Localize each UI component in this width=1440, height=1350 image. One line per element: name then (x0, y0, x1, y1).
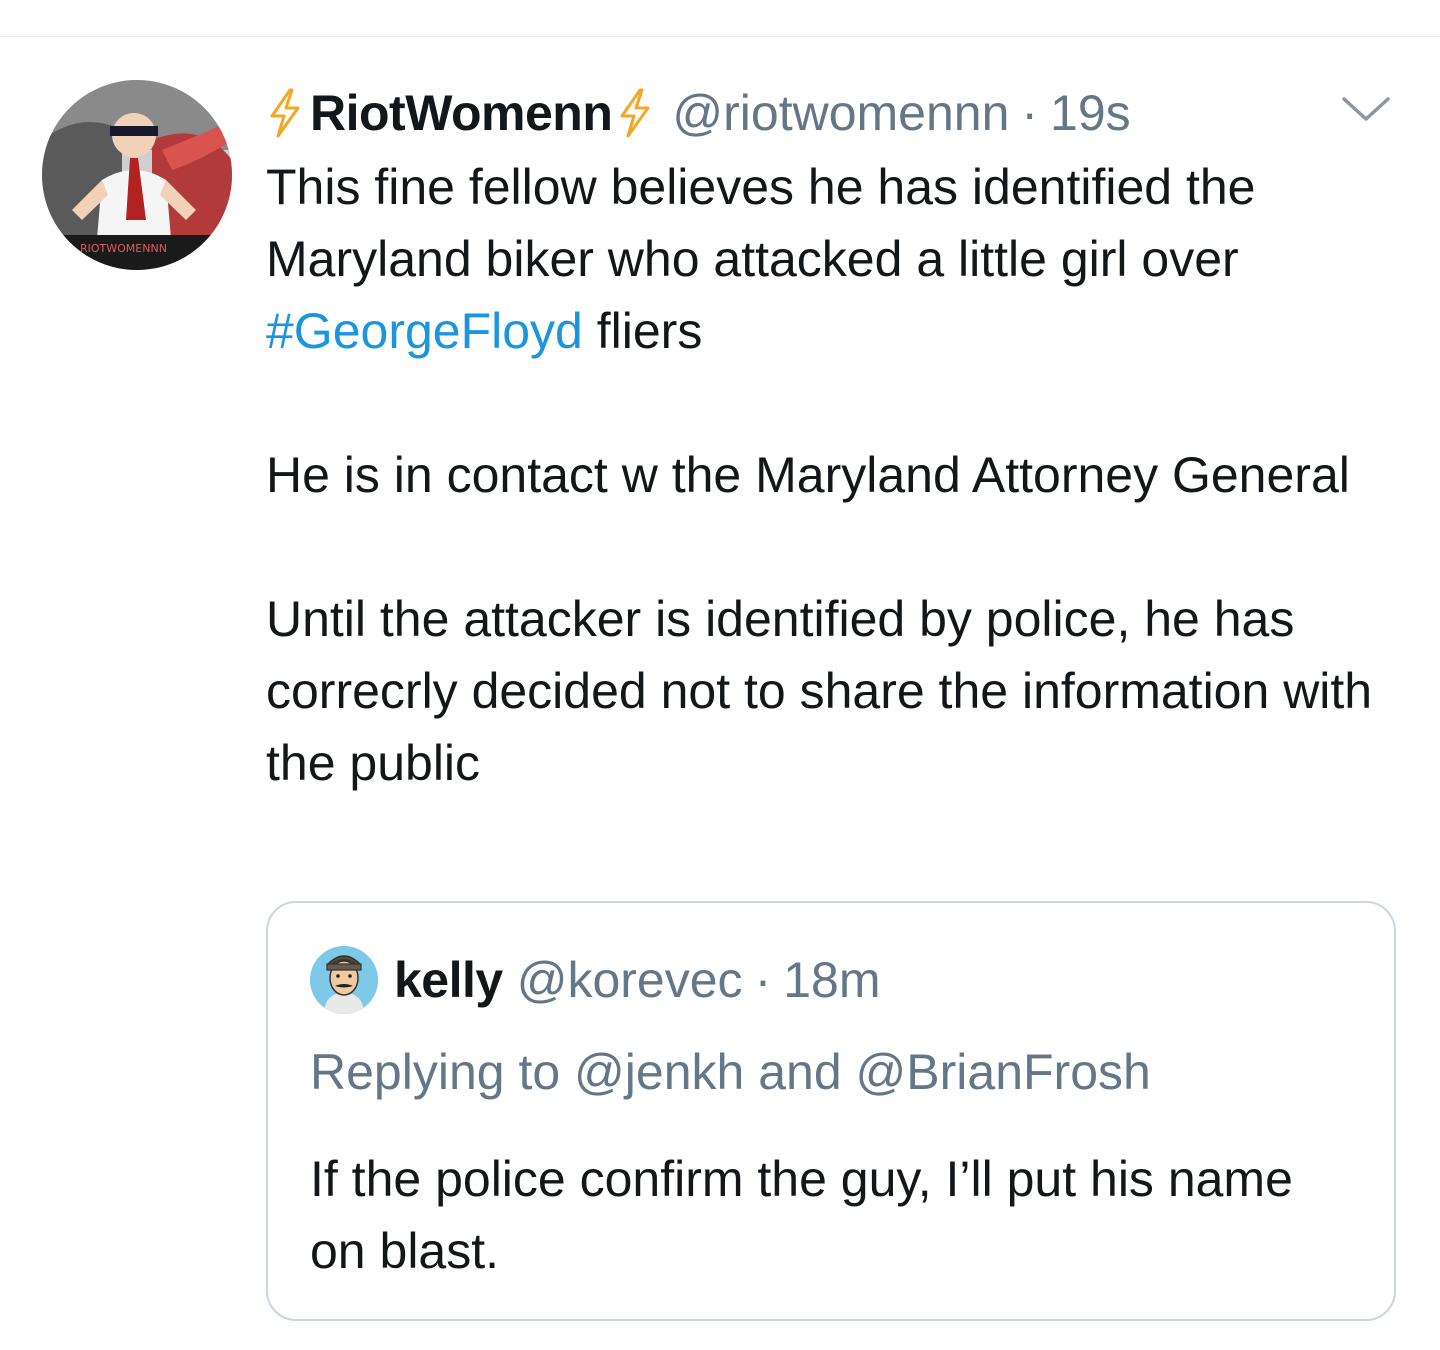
quoted-replying-to[interactable]: Replying to @jenkh and @BrianFrosh (310, 1043, 1151, 1101)
lightning-bolt-icon (266, 88, 304, 138)
tweet-paragraph: He is in contact w the Maryland Attorney… (266, 447, 1350, 503)
header-separator: · (1021, 85, 1039, 141)
quoted-tweet-timestamp[interactable]: 18m (783, 951, 880, 1009)
quoted-tweet-card[interactable]: kelly @korevec · 18m Replying to @jenkh … (266, 901, 1396, 1321)
tweet-header: RiotWomenn @riotwomennn · 19s (266, 83, 1131, 143)
quoted-header-separator: · (754, 952, 772, 1008)
chevron-down-icon[interactable] (1340, 93, 1392, 123)
tweet-paragraph: Until the attacker is identified by poli… (266, 591, 1373, 791)
quoted-author-display-name[interactable]: kelly (394, 951, 503, 1009)
author-handle[interactable]: @riotwomennn (672, 84, 1009, 142)
quoted-tweet-body: If the police confirm the guy, I’ll put … (310, 1151, 1293, 1279)
author-display-name[interactable]: RiotWomenn (310, 84, 613, 142)
quoted-author-handle[interactable]: @korevec (517, 951, 743, 1009)
tweet-paragraph: This fine fellow believes he has identif… (266, 151, 1416, 367)
lightning-bolt-icon (616, 88, 654, 138)
tweet-body: This fine fellow believes he has identif… (266, 151, 1416, 799)
tweet-timestamp[interactable]: 19s (1050, 84, 1131, 142)
avatar-watermark: RIOTWOMENNN (80, 242, 167, 255)
tweet-text: This fine fellow believes he has identif… (266, 159, 1256, 287)
tweet-text: fliers (582, 303, 703, 359)
quoted-author-avatar[interactable] (310, 946, 378, 1014)
quoted-tweet-header: kelly @korevec · 18m (310, 945, 880, 1015)
author-avatar[interactable]: RIOTWOMENNN (42, 80, 232, 270)
hashtag-link[interactable]: #GeorgeFloyd (266, 303, 583, 359)
tweet[interactable]: RIOTWOMENNN RiotWomenn @riotwomennn · 19… (0, 37, 1440, 1350)
